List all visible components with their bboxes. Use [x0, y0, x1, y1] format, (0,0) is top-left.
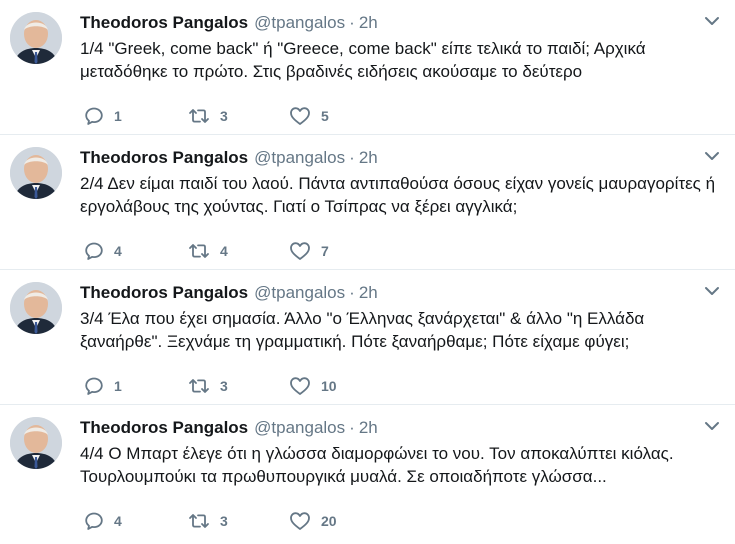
- separator-dot: ·: [349, 148, 355, 167]
- reply-count: 1: [114, 378, 122, 394]
- reply-count: 4: [114, 513, 122, 529]
- author-name[interactable]: Theodoros Pangalos: [80, 283, 248, 302]
- tweet-header: Theodoros Pangalos @tpangalos · 2h: [80, 148, 378, 168]
- retweet-icon: [189, 109, 209, 123]
- tweet-timestamp[interactable]: 2h: [359, 283, 378, 302]
- author-handle[interactable]: @tpangalos: [254, 283, 345, 302]
- like-count: 10: [321, 378, 337, 394]
- tweet-header: Theodoros Pangalos @tpangalos · 2h: [80, 13, 378, 33]
- heart-icon: [290, 107, 310, 125]
- avatar-image: [10, 282, 62, 334]
- tweet-text: 1/4 "Greek, come back" ή "Greece, come b…: [80, 39, 646, 81]
- reply-icon: [85, 512, 103, 530]
- tweet-timestamp[interactable]: 2h: [359, 148, 378, 167]
- chevron-down-icon[interactable]: [703, 419, 721, 433]
- author-handle[interactable]: @tpangalos: [254, 13, 345, 32]
- tweet-text: 2/4 Δεν είμαι παιδί του λαού. Πάντα αντι…: [80, 174, 716, 216]
- reply-button[interactable]: 1: [84, 106, 122, 126]
- tweet-header: Theodoros Pangalos @tpangalos · 2h: [80, 418, 378, 438]
- author-name[interactable]: Theodoros Pangalos: [80, 13, 248, 32]
- avatar-image: [10, 147, 62, 199]
- author-handle[interactable]: @tpangalos: [254, 148, 345, 167]
- tweet[interactable]: Theodoros Pangalos @tpangalos · 2h 2/4 Δεν …: [0, 135, 735, 270]
- tweet-text: 3/4 Έλα που έχει σημασία. Άλλο "ο Έλληνα…: [80, 309, 645, 351]
- retweet-icon: [189, 514, 209, 528]
- avatar[interactable]: [10, 417, 62, 469]
- separator-dot: ·: [349, 418, 355, 437]
- heart-icon: [290, 512, 310, 530]
- retweet-button[interactable]: 3: [188, 511, 228, 531]
- reply-icon: [85, 107, 103, 125]
- tweet-text: 4/4 Ο Μπαρτ έλεγε ότι η γλώσσα διαμορφών…: [80, 444, 674, 486]
- author-name[interactable]: Theodoros Pangalos: [80, 148, 248, 167]
- avatar[interactable]: [10, 147, 62, 199]
- chevron-down-icon[interactable]: [703, 149, 721, 163]
- like-button[interactable]: 5: [289, 106, 329, 126]
- author-handle[interactable]: @tpangalos: [254, 418, 345, 437]
- like-button[interactable]: 20: [289, 511, 337, 531]
- heart-icon: [290, 377, 310, 395]
- retweet-count: 3: [220, 378, 228, 394]
- like-button[interactable]: 10: [289, 376, 337, 396]
- tweet-actions: 1 3 10: [84, 376, 384, 396]
- tweet[interactable]: Theodoros Pangalos @tpangalos · 2h 1/4 "Gre…: [0, 0, 735, 135]
- tweet-actions: 1 3 5: [84, 106, 384, 126]
- retweet-button[interactable]: 3: [188, 376, 228, 396]
- avatar[interactable]: [10, 282, 62, 334]
- heart-icon: [290, 242, 310, 260]
- retweet-button[interactable]: 4: [188, 241, 228, 261]
- retweet-count: 3: [220, 513, 228, 529]
- tweet[interactable]: Theodoros Pangalos @tpangalos · 2h 4/4 Ο Μπ…: [0, 405, 735, 544]
- reply-icon: [85, 377, 103, 395]
- separator-dot: ·: [349, 13, 355, 32]
- retweet-button[interactable]: 3: [188, 106, 228, 126]
- tweet[interactable]: Theodoros Pangalos @tpangalos · 2h 3/4 Έλα …: [0, 270, 735, 405]
- like-button[interactable]: 7: [289, 241, 329, 261]
- retweet-icon: [189, 379, 209, 393]
- retweet-icon: [189, 244, 209, 258]
- tweet-timestamp[interactable]: 2h: [359, 418, 378, 437]
- tweet-header: Theodoros Pangalos @tpangalos · 2h: [80, 283, 378, 303]
- separator-dot: ·: [349, 283, 355, 302]
- tweet-timestamp[interactable]: 2h: [359, 13, 378, 32]
- chevron-down-icon[interactable]: [703, 14, 721, 28]
- reply-button[interactable]: 4: [84, 241, 122, 261]
- like-count: 7: [321, 243, 329, 259]
- retweet-count: 3: [220, 108, 228, 124]
- author-name[interactable]: Theodoros Pangalos: [80, 418, 248, 437]
- reply-button[interactable]: 4: [84, 511, 122, 531]
- chevron-down-icon[interactable]: [703, 284, 721, 298]
- reply-count: 1: [114, 108, 122, 124]
- avatar-image: [10, 12, 62, 64]
- retweet-count: 4: [220, 243, 228, 259]
- tweet-actions: 4 3 20: [84, 511, 384, 531]
- tweet-feed: Theodoros Pangalos @tpangalos · 2h 1/4 "Gre…: [0, 0, 735, 544]
- avatar-image: [10, 417, 62, 469]
- tweet-actions: 4 4 7: [84, 241, 384, 261]
- reply-count: 4: [114, 243, 122, 259]
- reply-button[interactable]: 1: [84, 376, 122, 396]
- like-count: 5: [321, 108, 329, 124]
- reply-icon: [85, 242, 103, 260]
- avatar[interactable]: [10, 12, 62, 64]
- like-count: 20: [321, 513, 337, 529]
